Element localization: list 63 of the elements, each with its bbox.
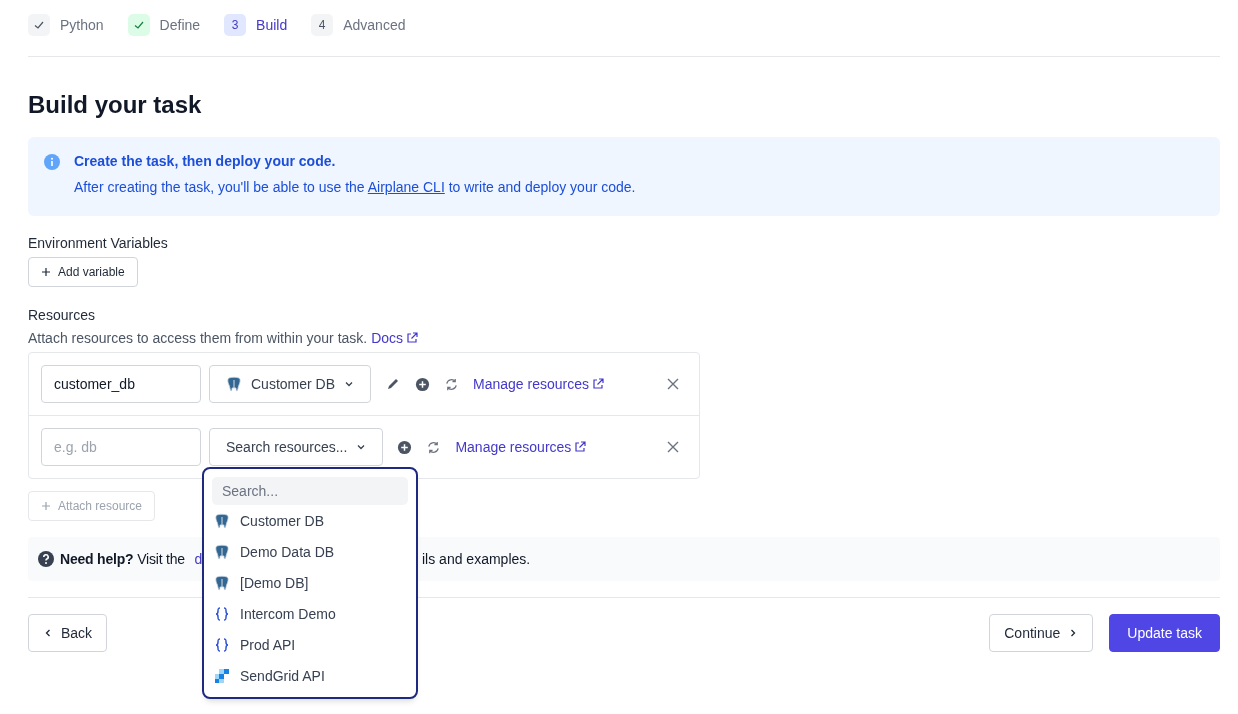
- plus-icon: [41, 501, 51, 511]
- external-link-icon: [574, 441, 587, 453]
- check-icon: [33, 19, 45, 31]
- page-title: Build your task: [28, 91, 203, 119]
- elephant-icon: [214, 543, 230, 560]
- step-tab[interactable]: 3 Build: [224, 13, 288, 37]
- close-icon[interactable]: [667, 441, 679, 453]
- add-variable-button[interactable]: Add variable: [28, 257, 138, 287]
- manage-resources-link[interactable]: Manage resources: [473, 376, 604, 392]
- elephant-icon: [214, 574, 230, 591]
- info-heading: Create the task, then deploy your code.: [74, 153, 337, 169]
- add-icon[interactable]: [415, 376, 431, 392]
- step-label: Build: [256, 17, 288, 33]
- step-number: 4: [318, 18, 326, 32]
- external-link-icon: [592, 378, 604, 390]
- cli-link[interactable]: Airplane CLI: [367, 179, 445, 195]
- check-icon: [132, 19, 145, 31]
- add-icon[interactable]: [397, 439, 413, 455]
- back-button[interactable]: Back: [28, 614, 108, 652]
- step-label: Define: [159, 17, 201, 33]
- braces-icon: [214, 605, 230, 622]
- search-field[interactable]: Search...: [212, 477, 408, 505]
- chevron-left-icon: [43, 628, 53, 638]
- info-text: After creating the task, you'll be able to use the Airplane CLI to write and deploy your code.: [74, 179, 636, 195]
- resource-option[interactable]: Prod API: [212, 629, 408, 660]
- name-field[interactable]: customer_db: [41, 365, 201, 403]
- refresh-icon[interactable]: [444, 376, 460, 392]
- elephant-icon: [226, 376, 242, 392]
- resource-option[interactable]: Demo Data DB: [212, 536, 408, 567]
- chevron-down-icon: [356, 442, 367, 452]
- docs-link[interactable]: d: [194, 551, 203, 567]
- resource-option[interactable]: [Demo DB]: [212, 567, 408, 598]
- grid-squares-icon: [214, 667, 230, 684]
- plus-icon: [41, 267, 51, 277]
- resource-select[interactable]: Search resources...: [209, 428, 384, 466]
- close-icon[interactable]: [667, 378, 679, 390]
- step-label: Python: [60, 17, 104, 33]
- step-tab[interactable]: Define: [127, 13, 201, 37]
- external-link-icon: [406, 332, 419, 344]
- section-label: Environment Variables: [28, 235, 169, 251]
- continue-button[interactable]: Continue: [989, 614, 1094, 652]
- info-icon: [44, 154, 60, 170]
- step-tab[interactable]: Python: [28, 13, 104, 37]
- section-description: Attach resources to access them from within your task.: [28, 330, 368, 346]
- resource-select[interactable]: Customer DB: [209, 365, 372, 403]
- step-number: 3: [231, 18, 239, 32]
- resource-option[interactable]: SendGrid API: [212, 660, 408, 691]
- step-label: Advanced: [343, 17, 406, 33]
- manage-resources-link[interactable]: Manage resources: [455, 439, 587, 455]
- resource-option[interactable]: Customer DB: [212, 505, 408, 536]
- elephant-icon: [214, 512, 230, 529]
- help-text: ils and examples.: [422, 551, 532, 567]
- help-icon: [38, 551, 54, 567]
- resource-option[interactable]: Intercom Demo: [212, 598, 408, 629]
- step-tab[interactable]: 4 Advanced: [311, 13, 406, 37]
- braces-icon: [214, 636, 230, 653]
- update-task-button[interactable]: Update task: [1109, 614, 1220, 652]
- chevron-down-icon: [344, 379, 355, 389]
- help-text: Need help? Visit the: [60, 551, 185, 567]
- section-label: Resources: [28, 307, 96, 323]
- docs-link[interactable]: Docs: [371, 330, 419, 346]
- refresh-icon[interactable]: [426, 439, 442, 455]
- name-field[interactable]: e.g. db: [41, 428, 201, 466]
